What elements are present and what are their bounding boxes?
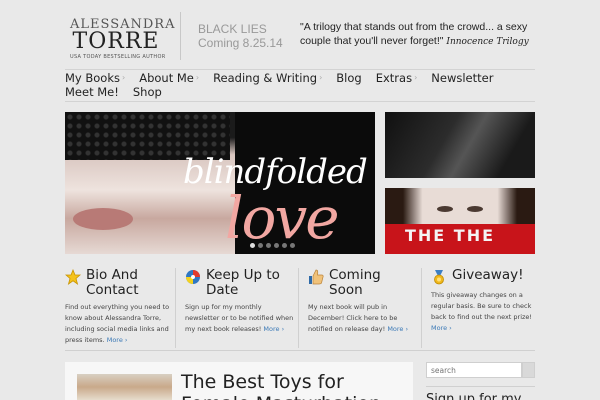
- feature-header: Bio And Contact: [65, 268, 175, 297]
- more-link[interactable]: More ›: [387, 325, 408, 333]
- feature-title[interactable]: Keep Up to Date: [206, 268, 295, 297]
- feature-title[interactable]: Giveaway!: [452, 268, 524, 283]
- nav-item-label: My Books: [65, 71, 120, 85]
- star-icon: [65, 269, 81, 285]
- feature-text: Sign up for my monthly newsletter or to …: [185, 302, 295, 335]
- header-divider: [180, 12, 181, 60]
- nav-item-blog[interactable]: Blog: [336, 71, 361, 85]
- nav-item-newsletter[interactable]: Newsletter: [431, 71, 493, 85]
- feature-box: Bio And Contact Find out everything you n…: [65, 268, 175, 348]
- nav-item-label: Shop: [132, 85, 162, 99]
- promo-date: Coming 8.25.14: [198, 36, 283, 50]
- slider-dot[interactable]: [274, 243, 279, 248]
- review-quote: "A trilogy that stands out from the crow…: [300, 20, 535, 49]
- slider-dot[interactable]: [258, 243, 263, 248]
- nav-item-label: Reading & Writing: [213, 71, 318, 85]
- nav-bottom-border: [65, 101, 535, 102]
- features-divider: [65, 350, 535, 351]
- site-logo[interactable]: ALESSANDRA TORRE USA TODAY BESTSELLING A…: [70, 18, 174, 60]
- nav-item-my-books[interactable]: My Books ›: [65, 71, 125, 85]
- side-image-book[interactable]: THE THE: [385, 188, 535, 254]
- more-link[interactable]: More ›: [107, 336, 128, 344]
- nav-top-border: [65, 69, 535, 70]
- logo-last-name: TORRE: [72, 29, 160, 54]
- nav-item-label: About Me: [139, 71, 194, 85]
- feature-text: My next book will pub in December! Click…: [308, 302, 418, 335]
- sidebar-divider: [426, 386, 535, 387]
- slider-lips: [73, 208, 133, 230]
- slider-dot[interactable]: [266, 243, 271, 248]
- feature-box: Giveaway! This giveaway changes on a regu…: [431, 268, 535, 348]
- feature-separator: [175, 268, 176, 348]
- nav-item-meet-me[interactable]: Meet Me!: [65, 85, 119, 99]
- promo-title: BLACK LIES: [198, 22, 267, 36]
- feature-text: Find out everything you need to know abo…: [65, 302, 175, 346]
- page: ALESSANDRA TORRE USA TODAY BESTSELLING A…: [0, 0, 600, 400]
- slider-dot[interactable]: [290, 243, 295, 248]
- hero-slider[interactable]: blindfolded love: [65, 112, 375, 254]
- feature-header: Giveaway!: [431, 268, 535, 285]
- chevron-right-icon: ›: [414, 73, 418, 82]
- more-link[interactable]: More ›: [431, 324, 452, 332]
- nav-item-about-me[interactable]: About Me ›: [139, 71, 199, 85]
- main-nav: My Books › About Me › Reading & Writing › Blog…: [65, 71, 535, 99]
- nav-row-2: Meet Me! Shop: [65, 85, 535, 99]
- feature-text: This giveaway changes on a regular basis…: [431, 290, 535, 334]
- blog-post: The Best Toys for Female Masturbation: [65, 362, 413, 400]
- thumbs-up-icon: [308, 269, 324, 285]
- feature-separator: [421, 268, 422, 348]
- sidebar-heading: Sign up for my: [426, 392, 522, 400]
- feature-description: This giveaway changes on a regular basis…: [431, 291, 533, 321]
- slider-title-line2: love: [225, 184, 340, 252]
- feature-separator: [298, 268, 299, 348]
- logo-tagline: USA TODAY BESTSELLING AUTHOR: [70, 54, 166, 60]
- nav-item-extras[interactable]: Extras ›: [376, 71, 418, 85]
- nav-item-shop[interactable]: Shop: [133, 85, 162, 99]
- nav-item-label: Extras: [375, 71, 413, 85]
- side-image-eye-right: [467, 206, 483, 212]
- chevron-right-icon: ›: [195, 73, 200, 82]
- medal-icon: [431, 269, 447, 285]
- feature-box: Coming Soon My next book will pub in Dece…: [308, 268, 418, 348]
- book-promo[interactable]: BLACK LIES Coming 8.25.14: [198, 22, 283, 50]
- post-thumbnail[interactable]: [77, 374, 172, 400]
- search-button[interactable]: [522, 362, 535, 378]
- side-image-book-text: THE THE: [405, 226, 496, 245]
- feature-description: My next book will pub in December! Click…: [308, 303, 398, 333]
- nav-item-reading-writing[interactable]: Reading & Writing ›: [213, 71, 322, 85]
- nav-row-1: My Books › About Me › Reading & Writing › Blog…: [65, 71, 535, 85]
- post-title[interactable]: The Best Toys for Female Masturbation: [181, 371, 413, 400]
- feature-title[interactable]: Coming Soon: [329, 268, 418, 297]
- quote-source: Innocence Trilogy: [446, 37, 529, 47]
- side-image-couple[interactable]: [385, 112, 535, 178]
- slider-dot[interactable]: [250, 243, 255, 248]
- beach-ball-icon: [185, 269, 201, 285]
- side-image-eye-left: [437, 206, 453, 212]
- chevron-right-icon: ›: [122, 73, 126, 82]
- slider-dot[interactable]: [282, 243, 287, 248]
- slider-dots: [250, 243, 295, 248]
- feature-box: Keep Up to Date Sign up for my monthly ne…: [185, 268, 295, 348]
- more-link[interactable]: More ›: [263, 325, 284, 333]
- feature-header: Keep Up to Date: [185, 268, 295, 297]
- nav-item-label: Meet Me!: [65, 85, 119, 99]
- feature-boxes: Bio And Contact Find out everything you n…: [65, 268, 535, 348]
- chevron-right-icon: ›: [319, 73, 323, 82]
- nav-item-label: Newsletter: [431, 71, 494, 85]
- search-input[interactable]: [426, 362, 522, 378]
- feature-header: Coming Soon: [308, 268, 418, 297]
- feature-title[interactable]: Bio And Contact: [86, 268, 175, 297]
- nav-item-label: Blog: [336, 71, 362, 85]
